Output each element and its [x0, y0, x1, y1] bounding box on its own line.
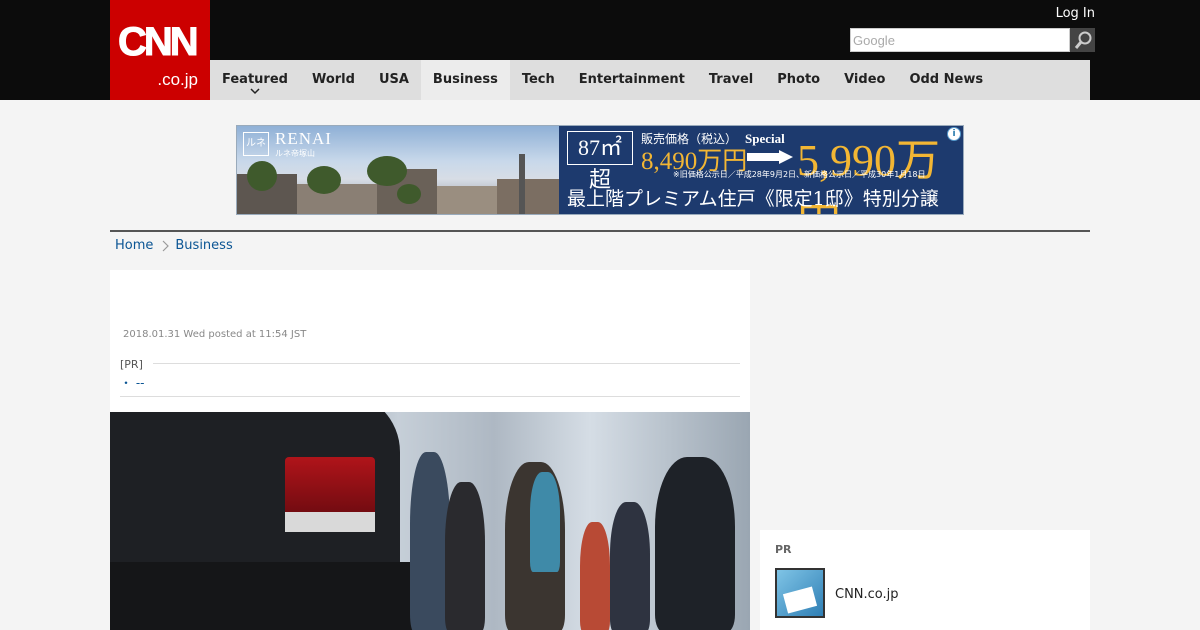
photo-pedestrian — [610, 502, 650, 630]
ad-headline: 最上階プレミアム住戸《限定1邸》特別分譲 — [567, 188, 939, 210]
nav-travel[interactable]: Travel — [697, 60, 765, 100]
ad-tower — [519, 154, 525, 214]
ad-building — [437, 186, 497, 214]
main-nav: Featured World USA Business Tech Enterta… — [210, 60, 1090, 100]
logo-text: CNN — [118, 20, 200, 64]
photo-pedestrian — [445, 482, 485, 630]
article-photo — [110, 412, 750, 630]
divider — [120, 396, 740, 397]
nav-photo[interactable]: Photo — [765, 60, 832, 100]
search-icon — [1074, 31, 1091, 49]
login-link[interactable]: Log In — [1056, 6, 1095, 21]
ad-special: Special — [745, 131, 785, 146]
ad-note: ※旧価格公示日／平成28年9月2日、新価格公示日／平成30年1月18日 — [673, 170, 926, 179]
nav-business[interactable]: Business — [420, 60, 510, 100]
adchoices-icon[interactable]: i — [947, 127, 961, 141]
photo-pedestrian — [530, 472, 560, 572]
divider — [153, 363, 740, 364]
nav-video[interactable]: Video — [832, 60, 897, 100]
pr-link[interactable]: ・ -- — [120, 374, 144, 391]
search-button[interactable] — [1070, 28, 1095, 52]
search-input[interactable]: Google — [850, 28, 1070, 52]
ad-tree — [367, 156, 407, 186]
nav-odd-news[interactable]: Odd News — [897, 60, 995, 100]
sidebar-pr-label: PR — [775, 543, 792, 556]
ad-brand: RENAI — [275, 129, 332, 148]
cnn-logo[interactable]: CNN .co.jp — [110, 0, 210, 100]
logo-subtext: .co.jp — [157, 70, 198, 89]
photo-taillight — [285, 457, 375, 517]
arrow-right-icon — [747, 150, 793, 164]
nav-tech[interactable]: Tech — [510, 60, 567, 100]
chevron-down-icon — [250, 88, 260, 95]
nav-featured[interactable]: Featured — [210, 60, 300, 100]
photo-pedestrian — [580, 522, 610, 630]
nav-usa[interactable]: USA — [367, 60, 421, 100]
section-divider — [110, 230, 1090, 232]
pr-label: [PR] — [120, 358, 143, 371]
photo-pedestrian — [410, 452, 450, 630]
envelope-icon — [782, 586, 818, 614]
article-date: 2018.01.31 Wed posted at 11:54 JST — [123, 329, 307, 340]
sidebar-pr-thumbnail[interactable] — [775, 568, 825, 618]
nav-label: Featured — [222, 72, 288, 87]
nav-entertainment[interactable]: Entertainment — [567, 60, 697, 100]
photo-pedestrian — [655, 457, 735, 630]
ad-area: 87㎡超 — [567, 131, 633, 192]
breadcrumb-home[interactable]: Home — [115, 238, 153, 253]
ad-brand-sub: ルネ帝塚山 — [275, 149, 315, 158]
ad-building — [497, 179, 559, 214]
ad-banner[interactable]: ルネ RENAI ルネ帝塚山 87㎡超 販売価格（税込） 8,490万円 Spe… — [236, 125, 964, 215]
breadcrumb: Home Business — [115, 238, 233, 253]
sidebar-pr-title[interactable]: CNN.co.jp — [835, 587, 899, 602]
sidebar-pr-box: PR CNN.co.jp — [760, 530, 1090, 630]
photo-bumper — [110, 562, 420, 630]
ad-tree — [307, 166, 341, 194]
photo-reverse-light — [285, 512, 375, 532]
ad-logo-mark: ルネ — [243, 132, 269, 156]
ad-tree — [247, 161, 277, 191]
ad-tree — [397, 184, 421, 204]
chevron-right-icon — [162, 240, 170, 251]
breadcrumb-business[interactable]: Business — [175, 238, 232, 253]
nav-world[interactable]: World — [300, 60, 367, 100]
